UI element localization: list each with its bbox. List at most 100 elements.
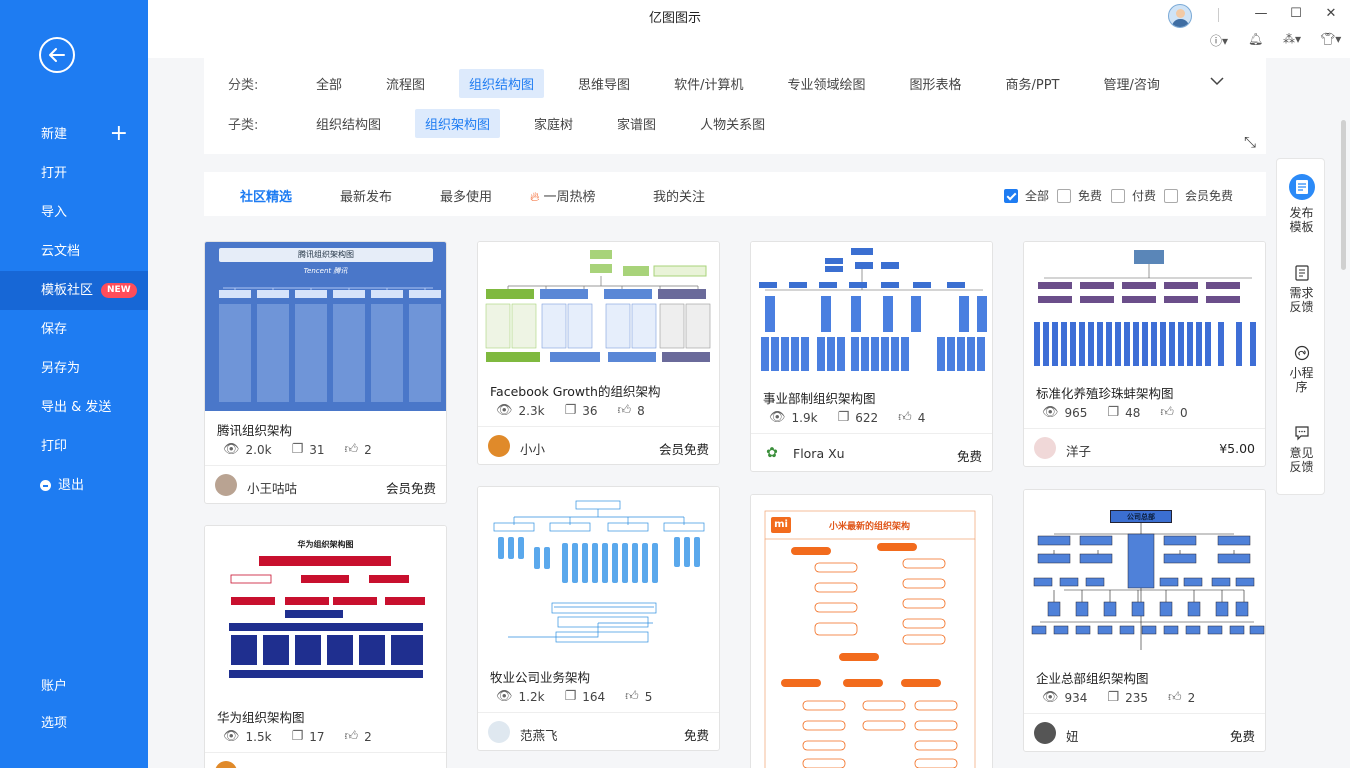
user-avatar[interactable] — [1168, 4, 1192, 28]
template-card[interactable]: mi 小米最新的组织架构 — [750, 494, 993, 768]
sidebar-item-account[interactable]: 账户 — [0, 667, 148, 706]
price-label: 会员免费 — [658, 442, 709, 457]
opinion-feedback-button[interactable]: 意见反馈 — [1277, 425, 1326, 474]
author-avatar[interactable]: ✿ — [761, 442, 783, 464]
checkbox-label: 全部 — [1025, 189, 1050, 203]
sidebar-item-import[interactable]: 导入 — [0, 193, 148, 232]
apps-grid-icon[interactable]: ⁂▾ — [1283, 32, 1301, 50]
sidebar-item-options[interactable]: 选项 — [0, 704, 148, 743]
checkbox-box[interactable] — [1164, 188, 1178, 203]
likes-count: 4 — [917, 410, 926, 425]
sidebar-item-cloud-docs[interactable]: 云文档 — [0, 232, 148, 271]
checkbox-box[interactable] — [1057, 188, 1071, 203]
copy-icon: ❐ — [291, 729, 304, 744]
author-avatar[interactable] — [1034, 722, 1056, 744]
checkbox-box[interactable] — [1111, 188, 1125, 203]
category-chip-business-ppt[interactable]: 商务/PPT — [995, 69, 1069, 98]
subcategory-chip-family-tree[interactable]: 家庭树 — [524, 109, 583, 138]
category-row: 分类: 全部 流程图 组织结构图 思维导图 软件/计算机 专业领域绘图 图形表格… — [228, 68, 1194, 98]
sidebar-item-open[interactable]: 打开 — [0, 154, 148, 193]
template-card[interactable]: 标准化养殖珍珠蚌架构图 👁︎ 965 ❐ 48 👍︎ 0 洋子 ¥5.00 — [1023, 241, 1266, 467]
category-chip-mindmap[interactable]: 思维导图 — [568, 69, 640, 98]
mini-program-button[interactable]: 小程序 — [1277, 345, 1326, 394]
category-chip-software[interactable]: 软件/计算机 — [664, 69, 753, 98]
template-card[interactable]: 华为组织架构图 华为组织架构图 👁︎ 1.5k ❐ 17 👍︎ 2 — [204, 525, 447, 768]
author-avatar[interactable] — [215, 761, 237, 768]
chevron-down-icon[interactable] — [1210, 74, 1224, 90]
category-chip-graphic-table[interactable]: 图形表格 — [899, 69, 971, 98]
template-card[interactable]: 公司总部 企业总部组织架构图 👁︎ 934 ❐ 235 👍︎ 2 妞 免费 — [1023, 489, 1266, 752]
back-arrow-icon[interactable] — [39, 37, 75, 73]
price-label: ¥5.00 — [1219, 441, 1255, 456]
checkbox-free[interactable]: 免费 — [1057, 187, 1102, 204]
request-feedback-button[interactable]: 需求反馈 — [1277, 265, 1326, 314]
floating-tool-panel: 发布模板 需求反馈 小程序 意见反馈 — [1276, 158, 1325, 495]
copy-icon: ❐ — [1107, 405, 1120, 420]
checkbox-member-free[interactable]: 会员免费 — [1164, 187, 1233, 204]
template-card[interactable]: 牧业公司业务架构 👁︎ 1.2k ❐ 164 👍︎ 5 范燕飞 免费 — [477, 486, 720, 751]
org-chart-graphic — [493, 500, 705, 643]
minimize-icon[interactable]: — — [1251, 4, 1271, 24]
author-name[interactable]: Flora Xu — [793, 446, 845, 461]
help-icon[interactable]: ⓘ▾ — [1210, 32, 1228, 50]
sidebar-item-new[interactable]: 新建 + — [0, 115, 148, 154]
template-card[interactable]: 腾讯组织架构图 Tencent 腾讯 腾讯组织架构 👁︎ 2.0k ❐ 31 👍︎ 2… — [204, 241, 447, 504]
category-chip-professional[interactable]: 专业领域绘图 — [777, 69, 875, 98]
publish-icon — [1288, 174, 1315, 200]
shirt-skin-icon[interactable]: 👕︎▾ — [1320, 32, 1341, 50]
plus-icon[interactable]: + — [110, 115, 128, 152]
checkbox-paid[interactable]: 付费 — [1111, 187, 1156, 204]
template-thumbnail: 公司总部 — [1024, 490, 1265, 658]
tab-weekly-hot[interactable]: 🔥︎ 一周热榜 — [530, 186, 596, 205]
price-label: 免费 — [683, 728, 709, 743]
template-card[interactable]: 事业部制组织架构图 👁︎ 1.9k ❐ 622 👍︎ 4 ✿ Flora Xu 免费 — [750, 241, 993, 472]
tab-community-picks[interactable]: 社区精选 — [240, 186, 292, 205]
category-chip-all[interactable]: 全部 — [306, 69, 352, 98]
subcategory-chip-relationship[interactable]: 人物关系图 — [690, 109, 775, 138]
sidebar-item-export-send[interactable]: 导出 & 发送 — [0, 388, 148, 427]
tab-following[interactable]: 我的关注 — [653, 186, 705, 205]
publish-template-button[interactable]: 发布模板 — [1277, 173, 1326, 234]
thumbs-up-icon: 👍︎ — [617, 403, 632, 418]
close-icon[interactable]: ✕ — [1321, 4, 1341, 24]
sidebar-item-template-community[interactable]: 模板社区 NEW — [0, 271, 148, 310]
likes-count: 2 — [364, 442, 372, 457]
author-avatar[interactable] — [488, 435, 510, 457]
author-name[interactable]: 妞 — [1066, 726, 1079, 745]
likes-count: 8 — [637, 403, 645, 418]
template-thumbnail: 华为组织架构图 — [205, 526, 446, 696]
maximize-icon[interactable]: ☐ — [1286, 4, 1306, 24]
likes-count: 2 — [1187, 690, 1196, 705]
card-stats: 👁︎ 2.0k ❐ 31 👍︎ 2 — [223, 442, 392, 457]
views-count: 1.2k — [518, 689, 545, 704]
copy-icon: ❐ — [837, 410, 850, 425]
checkbox-all[interactable]: 全部 — [1004, 187, 1049, 204]
scrollbar[interactable] — [1341, 120, 1346, 270]
author-avatar[interactable] — [215, 474, 237, 496]
author-name[interactable]: 小王咕咕 — [247, 478, 297, 497]
template-card[interactable]: Facebook Growth的组织架构 👁︎ 2.3k ❐ 36 👍︎ 8 小小 会… — [477, 241, 720, 465]
subcategory-chip-org-framework[interactable]: 组织架构图 — [415, 108, 501, 138]
author-avatar[interactable] — [488, 721, 510, 743]
sidebar-item-exit[interactable]: 退出 — [0, 466, 148, 505]
copy-icon: ❐ — [291, 442, 304, 457]
category-chip-flowchart[interactable]: 流程图 — [376, 69, 435, 98]
tab-most-used[interactable]: 最多使用 — [440, 186, 492, 205]
sidebar-item-save-as[interactable]: 另存为 — [0, 349, 148, 388]
tab-latest[interactable]: 最新发布 — [340, 186, 392, 205]
subcategory-chip-org-structure[interactable]: 组织结构图 — [306, 109, 391, 138]
category-chip-org-chart[interactable]: 组织结构图 — [459, 68, 545, 98]
sidebar-item-save[interactable]: 保存 — [0, 310, 148, 349]
author-name[interactable]: 小小 — [520, 439, 545, 458]
author-name[interactable]: 范燕飞 — [520, 725, 558, 744]
sidebar-item-print[interactable]: 打印 — [0, 427, 148, 466]
bell-icon[interactable]: 🔔︎ — [1248, 32, 1263, 50]
copies-count: 48 — [1125, 405, 1141, 420]
checkbox-box[interactable] — [1004, 188, 1018, 203]
expand-icon[interactable]: ⤡ — [1244, 133, 1256, 151]
author-name[interactable]: 洋子 — [1066, 441, 1091, 460]
subcategory-chip-genealogy[interactable]: 家谱图 — [607, 109, 666, 138]
org-chart-graphic — [1034, 250, 1256, 366]
author-avatar[interactable] — [1034, 437, 1056, 459]
category-chip-management[interactable]: 管理/咨询 — [1093, 69, 1169, 98]
